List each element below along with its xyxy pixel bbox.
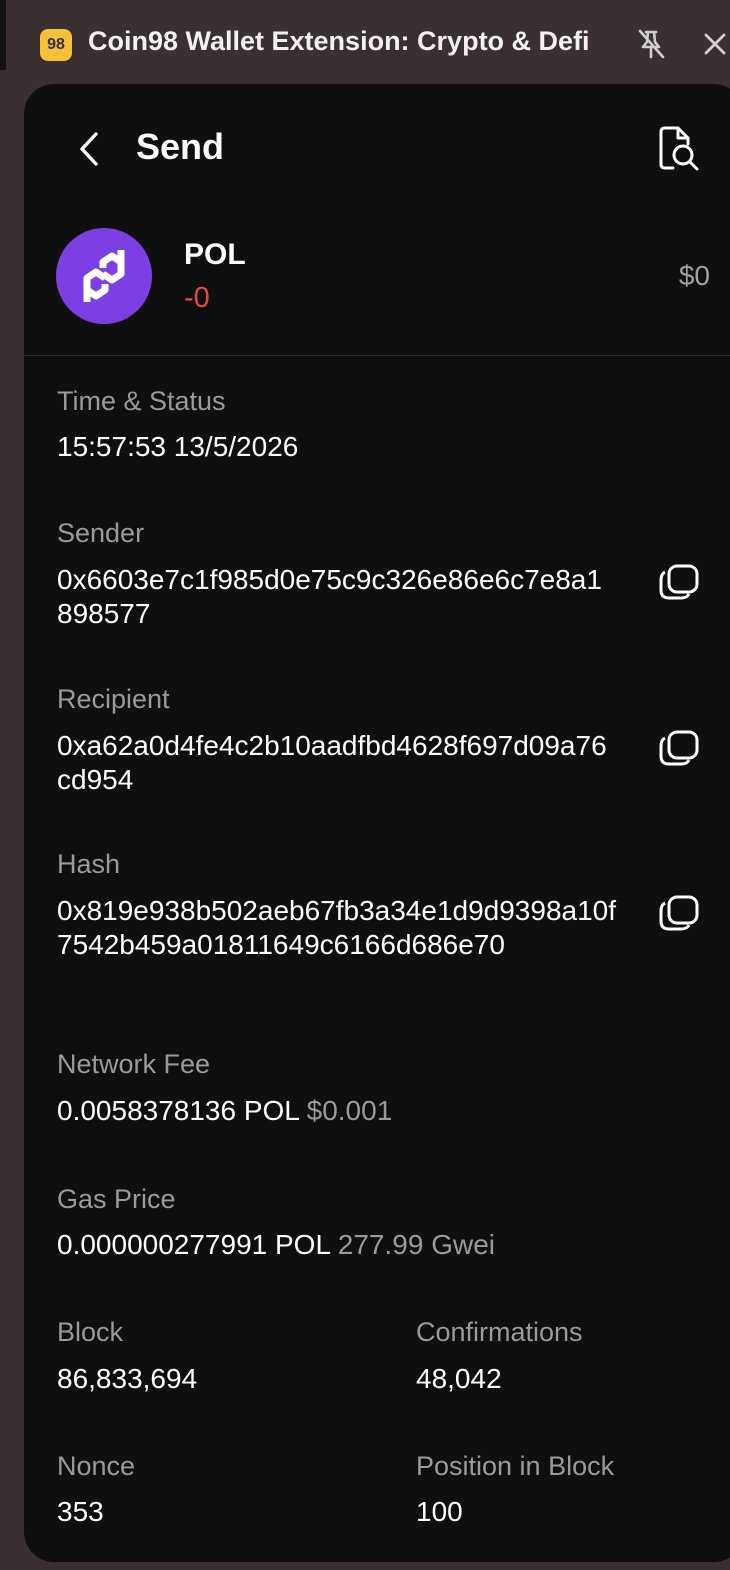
recipient-label: Recipient (57, 684, 170, 714)
position-value: 100 (416, 1496, 463, 1527)
hash-label: Hash (57, 849, 121, 879)
extension-title-bar: 98 Coin98 Wallet Extension: Crypto & Def… (0, 0, 730, 86)
time-status-value: 15:57:53 13/5/2026 (57, 431, 299, 462)
token-amount: -0 (184, 282, 210, 314)
position-label: Position in Block (416, 1451, 615, 1481)
gas-price-gwei: 277.99 Gwei (337, 1229, 495, 1260)
copy-recipient-icon[interactable] (657, 728, 701, 768)
divider (24, 355, 730, 356)
browser-edge (0, 0, 6, 70)
gas-price: 0.000000277991 POL 277.99 Gwei (57, 1228, 495, 1262)
gas-price-amount: 0.000000277991 POL (57, 1229, 330, 1260)
sender-address: 0x6603e7c1f985d0e75c9c326e86e6c7e8a18985… (57, 564, 602, 629)
explorer-search-icon[interactable] (656, 124, 702, 172)
copy-hash-icon[interactable] (657, 893, 701, 933)
network-fee: 0.0058378136 POL $0.001 (57, 1094, 392, 1128)
nonce-value: 353 (57, 1496, 104, 1527)
confirmations-label: Confirmations (416, 1317, 583, 1347)
block-label: Block (57, 1317, 124, 1347)
network-fee-amount: 0.0058378136 POL (57, 1095, 299, 1126)
sender-label: Sender (57, 518, 145, 548)
token-usd-value: $0 (678, 260, 710, 291)
gas-price-label: Gas Price (57, 1184, 176, 1214)
network-fee-label: Network Fee (57, 1049, 211, 1079)
close-icon[interactable] (700, 28, 730, 60)
confirmations-value: 48,042 (416, 1363, 502, 1394)
token-symbol: POL (184, 238, 246, 271)
coin98-logo-icon: 98 (40, 29, 72, 61)
time-status-label: Time & Status (57, 386, 226, 416)
nonce-label: Nonce (57, 1451, 136, 1481)
unpin-icon[interactable] (636, 28, 666, 60)
polygon-token-icon (56, 228, 152, 324)
hash-value: 0x819e938b502aeb67fb3a34e1d9d9398a10f754… (57, 895, 617, 960)
page-title: Send (136, 126, 225, 167)
back-arrow-icon[interactable] (74, 130, 104, 168)
copy-sender-icon[interactable] (657, 562, 701, 602)
extension-title: Coin98 Wallet Extension: Crypto & Defi (88, 26, 590, 56)
block-value: 86,833,694 (57, 1363, 198, 1394)
recipient-address: 0xa62a0d4fe4c2b10aadfbd4628f697d09a76cd9… (57, 730, 607, 795)
network-fee-usd: $0.001 (306, 1095, 393, 1126)
